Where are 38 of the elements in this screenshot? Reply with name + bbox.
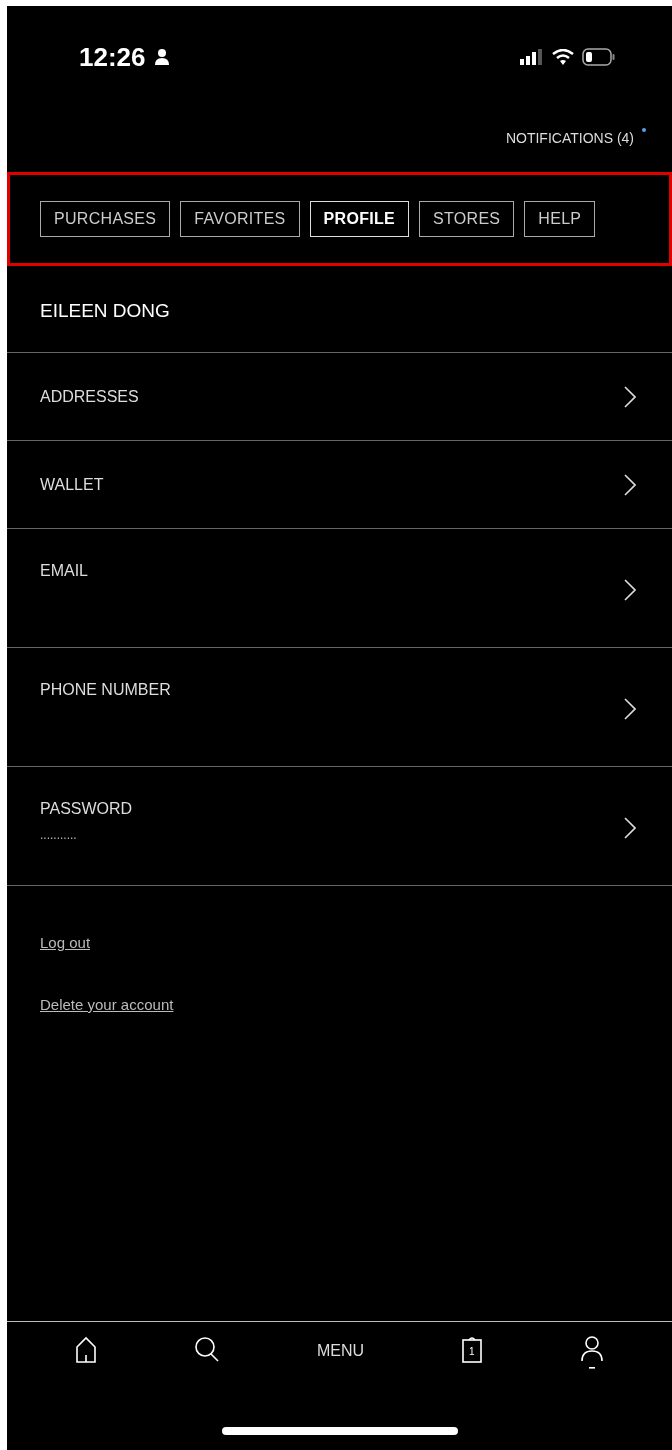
search-button[interactable] [194, 1336, 221, 1364]
row-label: PHONE NUMBER [40, 681, 172, 699]
row-label: ADDRESSES [40, 387, 140, 406]
tab[interactable]: PROFILE [309, 201, 410, 237]
battery-icon [582, 48, 616, 66]
chevron-icon [624, 579, 636, 601]
account-icon [579, 1336, 604, 1372]
row-label: PASSWORD [40, 800, 134, 818]
row-value: ........... [40, 828, 78, 842]
wifi-icon [552, 49, 574, 65]
status-time: 12:26 [79, 41, 146, 73]
chevron-icon [624, 473, 636, 496]
search-icon [194, 1336, 221, 1364]
profile-name: EILEEN DONG [7, 270, 672, 353]
tab[interactable]: FAVORITES [180, 201, 300, 237]
signal-icon [520, 49, 544, 65]
menu-button[interactable]: MENU [316, 1336, 364, 1360]
home-button[interactable] [75, 1336, 98, 1364]
row-label: WALLET [40, 475, 105, 494]
tab[interactable]: HELP [524, 201, 596, 237]
chevron-icon [624, 385, 636, 408]
account-button[interactable] [579, 1336, 604, 1372]
settings-row[interactable]: PHONE NUMBER [7, 648, 672, 767]
person-icon [153, 48, 170, 66]
text-link[interactable]: Log out [40, 934, 91, 951]
settings-row[interactable]: WALLET [7, 441, 672, 529]
home-icon [75, 1336, 98, 1364]
settings-row[interactable]: ADDRESSES [7, 353, 672, 441]
chevron-icon [624, 817, 636, 839]
row-label: EMAIL [40, 562, 89, 580]
settings-row[interactable]: PASSWORD ........... [7, 767, 672, 886]
notifications-link[interactable]: NOTIFICATIONS (4) [505, 130, 634, 146]
text-link[interactable]: Delete your account [40, 996, 174, 1013]
tab[interactable]: STORES [419, 201, 515, 237]
settings-row[interactable]: EMAIL [7, 529, 672, 648]
tab[interactable]: PURCHASES [40, 201, 171, 237]
bag-button[interactable]: 1 [460, 1336, 483, 1366]
chevron-icon [624, 698, 636, 720]
